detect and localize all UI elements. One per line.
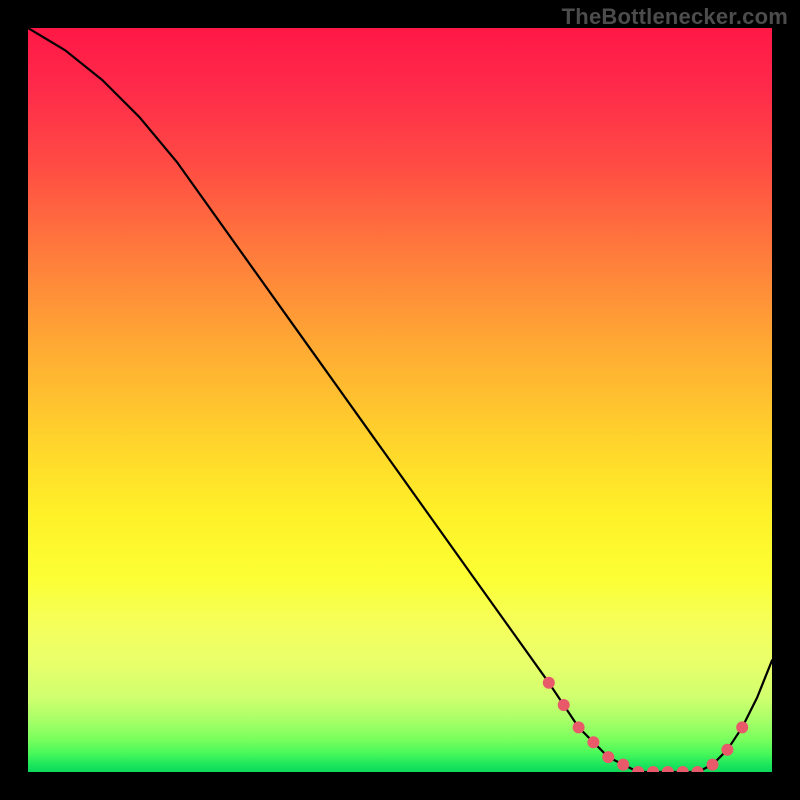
marker-dot <box>692 766 704 772</box>
marker-dot <box>558 699 570 711</box>
marker-dot <box>617 759 629 771</box>
marker-dot <box>721 744 733 756</box>
marker-group <box>543 677 748 772</box>
watermark-text: TheBottlenecker.com <box>562 4 788 30</box>
plot-area <box>28 28 772 772</box>
marker-dot <box>677 766 689 772</box>
marker-dot <box>707 759 719 771</box>
marker-dot <box>662 766 674 772</box>
marker-dot <box>543 677 555 689</box>
marker-dot <box>602 751 614 763</box>
bottleneck-curve-path <box>28 28 772 772</box>
marker-dot <box>587 736 599 748</box>
marker-dot <box>647 766 659 772</box>
marker-dot <box>736 721 748 733</box>
chart-frame: TheBottlenecker.com <box>0 0 800 800</box>
marker-dot <box>573 721 585 733</box>
marker-dot <box>632 766 644 772</box>
curve-svg <box>28 28 772 772</box>
